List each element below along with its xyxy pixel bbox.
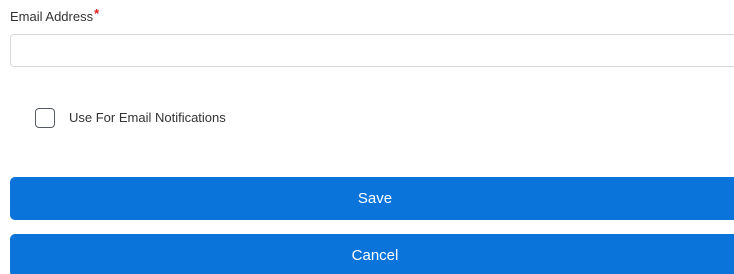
email-address-label-text: Email Address bbox=[10, 9, 94, 24]
email-notifications-checkbox[interactable] bbox=[35, 108, 55, 128]
cancel-button-label: Cancel bbox=[351, 247, 399, 264]
email-notifications-label: Use For Email Notifications bbox=[69, 110, 226, 125]
save-button-label: Save bbox=[357, 190, 393, 207]
email-form: Email Address* Use For Email Notificatio… bbox=[0, 0, 734, 274]
email-address-label: Email Address* bbox=[10, 6, 100, 26]
email-notifications-option[interactable]: Use For Email Notifications bbox=[35, 108, 226, 128]
required-asterisk: * bbox=[94, 6, 100, 21]
email-address-input[interactable] bbox=[10, 34, 734, 67]
save-button[interactable]: Save bbox=[10, 177, 734, 220]
cancel-button[interactable]: Cancel bbox=[10, 234, 734, 274]
